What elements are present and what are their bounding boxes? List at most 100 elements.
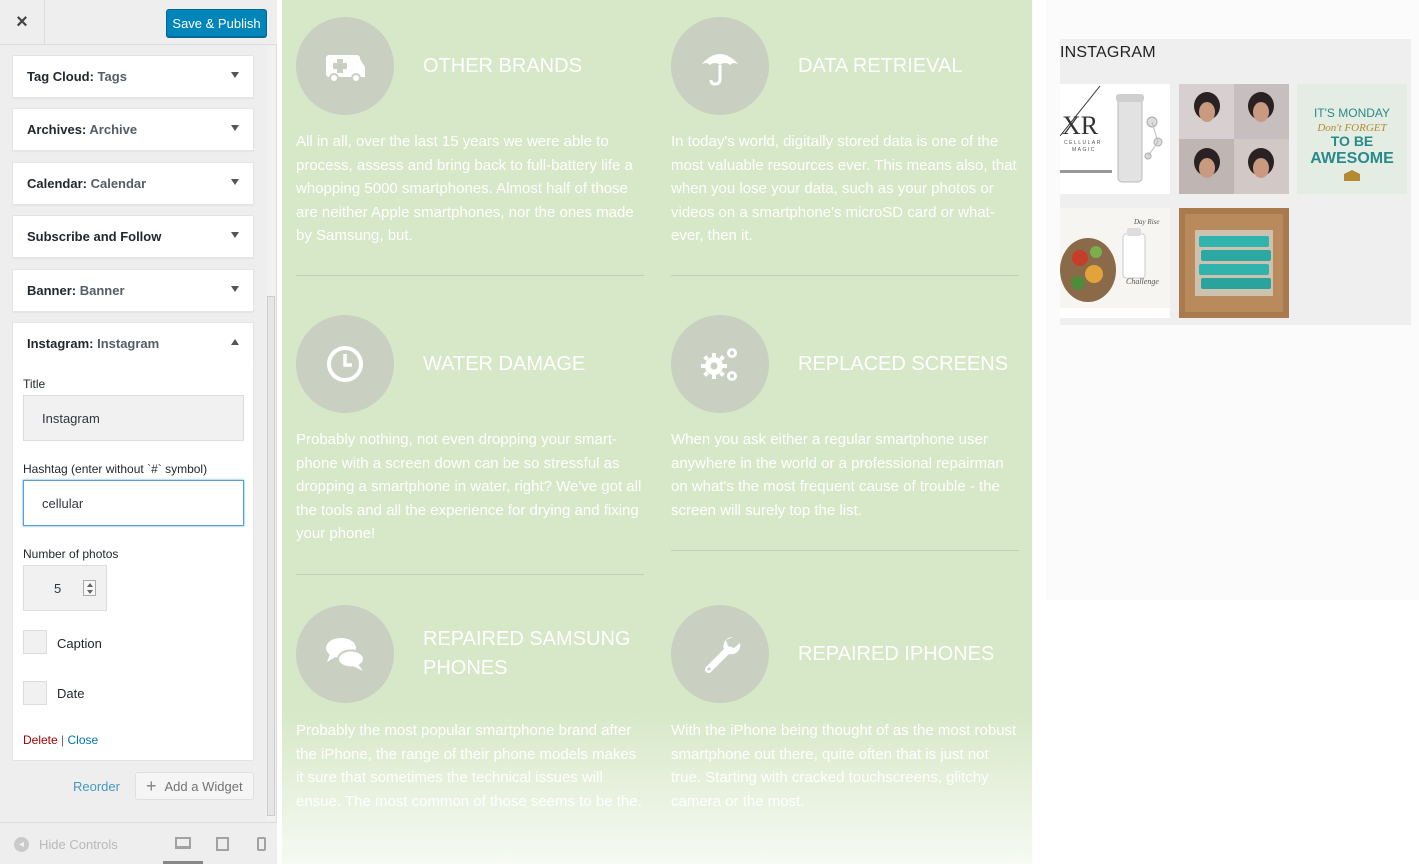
close-link[interactable]: Close [68, 733, 99, 747]
customizer-sidebar: × Save & Publish Tag Cloud: Tags Archive… [0, 0, 277, 864]
widget-name: Archives: [27, 122, 87, 137]
caption-checkbox[interactable] [23, 630, 47, 654]
widget-name: Instagram: [27, 336, 94, 351]
service-description: All in all, over the last 15 years we we… [296, 133, 634, 244]
scrollbar-thumb[interactable] [267, 296, 275, 816]
service-description: When you ask either a regular smartphone… [671, 431, 1004, 519]
clock-icon [296, 315, 394, 413]
instagram-photo[interactable]: IT'S MONDAY Don't FORGET TO BE AWESOME [1297, 84, 1407, 194]
divider [671, 275, 1019, 276]
widget-archives[interactable]: Archives: Archive [12, 108, 254, 151]
widget-name: Banner: [27, 283, 77, 298]
site-preview: OTHER BRANDS All in all, over the last 1… [282, 0, 1032, 864]
divider [296, 574, 644, 575]
widget-list: Tag Cloud: Tags Archives: Archive Calend… [0, 46, 266, 821]
wrench-icon [671, 605, 769, 703]
widget-banner[interactable]: Banner: Banner [12, 269, 254, 312]
photo1-line1: CELLULAR [1064, 140, 1102, 146]
sidebar-footer: ◂ Hide Controls [0, 822, 277, 864]
tablet-preview-icon[interactable] [216, 837, 229, 851]
caret-down-icon[interactable] [231, 286, 239, 292]
ambulance-icon [296, 17, 394, 115]
divider [296, 275, 644, 276]
instagram-widget-form: Title Instagram Hashtag (enter without `… [12, 364, 254, 761]
hashtag-input[interactable]: cellular [23, 480, 244, 526]
link-separator: | [61, 733, 65, 747]
photo4-sub: Challenge [1126, 277, 1159, 286]
widget-name: Calendar: [27, 176, 87, 191]
instagram-widget: INSTAGRAM XR CELLULAR MAGIC IT'S MONDAY … [1060, 39, 1411, 325]
sidebar-scrollbar[interactable] [266, 46, 276, 821]
gears-icon [671, 315, 769, 413]
widget-name: Tag Cloud: [27, 69, 94, 84]
sidebar-header: × Save & Publish [0, 0, 277, 45]
widget-subtitle: Instagram [97, 336, 160, 351]
spinner-down-icon[interactable] [87, 590, 93, 594]
photos-number-value: 5 [54, 581, 62, 596]
widget-title: Calendar: Calendar [27, 176, 146, 191]
chat-icon [296, 605, 394, 703]
save-publish-button[interactable]: Save & Publish [166, 9, 267, 37]
widget-name: Subscribe and Follow [27, 229, 162, 244]
caret-down-icon[interactable] [231, 125, 239, 131]
add-widget-button[interactable]: + Add a Widget [135, 772, 254, 800]
service-title: WATER DAMAGE [423, 353, 586, 375]
service-description: With the iPhone being thought of as the … [671, 722, 1017, 810]
widget-title: Tag Cloud: Tags [27, 69, 127, 84]
photo3-line1: IT'S MONDAY [1314, 106, 1390, 120]
photo3-line3: TO BE [1331, 133, 1374, 149]
caret-up-icon[interactable] [231, 339, 239, 345]
widget-instagram[interactable]: Instagram: Instagram [12, 322, 254, 365]
service-title: OTHER BRANDS [423, 55, 582, 77]
widget-title: Subscribe and Follow [27, 229, 161, 244]
widget-title: Banner: Banner [27, 283, 125, 298]
title-label: Title [23, 377, 46, 391]
hide-controls-label: Hide Controls [39, 837, 118, 852]
close-customizer-button[interactable]: × [0, 0, 45, 45]
photo3-line4: AWESOME [1310, 150, 1394, 167]
photo1-line2: MAGIC [1072, 147, 1096, 153]
photos-number-input[interactable]: 5 [23, 565, 107, 611]
widget-calendar[interactable]: Calendar: Calendar [12, 162, 254, 205]
widget-subscribe-follow[interactable]: Subscribe and Follow [12, 215, 254, 258]
service-description: Probably the most popular smartphone bra… [296, 722, 642, 810]
date-label: Date [57, 686, 85, 701]
plus-icon: + [146, 776, 157, 796]
caret-down-icon[interactable] [231, 72, 239, 78]
instagram-photo[interactable]: XR CELLULAR MAGIC [1060, 84, 1170, 194]
instagram-photo[interactable] [1179, 84, 1289, 194]
mobile-preview-icon[interactable] [257, 837, 266, 851]
date-checkbox[interactable] [23, 681, 47, 705]
widget-actions: Delete | Close [23, 733, 98, 747]
collapse-arrow-icon: ◂ [14, 837, 29, 852]
desktop-preview-icon[interactable] [175, 837, 191, 849]
widget-title: Instagram: Instagram [27, 336, 159, 351]
photo1-logo: XR [1062, 111, 1099, 140]
caret-down-icon[interactable] [231, 179, 239, 185]
divider [671, 550, 1019, 551]
photos-label: Number of photos [23, 547, 119, 561]
service-description: Probably nothing, not even dropping your… [296, 431, 642, 542]
service-title: REPAIRED SAMSUNG PHONES [423, 628, 631, 679]
widget-subtitle: Tags [97, 69, 127, 84]
title-input[interactable]: Instagram [23, 395, 244, 441]
spinner-up-icon[interactable] [87, 583, 93, 587]
caret-down-icon[interactable] [231, 232, 239, 238]
widget-subtitle: Archive [89, 122, 138, 137]
service-title: REPAIRED IPHONES [798, 643, 995, 665]
reorder-link[interactable]: Reorder [73, 779, 120, 794]
instagram-widget-title: INSTAGRAM [1060, 44, 1156, 61]
instagram-photo[interactable]: Day Rise Challenge [1060, 208, 1170, 318]
number-spinner[interactable] [83, 580, 96, 596]
widget-title: Archives: Archive [27, 122, 137, 137]
instagram-photo[interactable] [1179, 208, 1289, 318]
widget-subtitle: Calendar [90, 176, 147, 191]
widget-subtitle: Banner [79, 283, 125, 298]
service-description: In today's world, digitally stored data … [671, 133, 1017, 244]
photo4-label: Day Rise [1133, 218, 1159, 226]
hide-controls-button[interactable]: ◂ Hide Controls [14, 837, 118, 852]
service-title: DATA RETRIEVAL [798, 55, 963, 77]
widget-tag-cloud[interactable]: Tag Cloud: Tags [12, 55, 254, 98]
delete-link[interactable]: Delete [23, 733, 58, 747]
umbrella-icon [671, 17, 769, 115]
